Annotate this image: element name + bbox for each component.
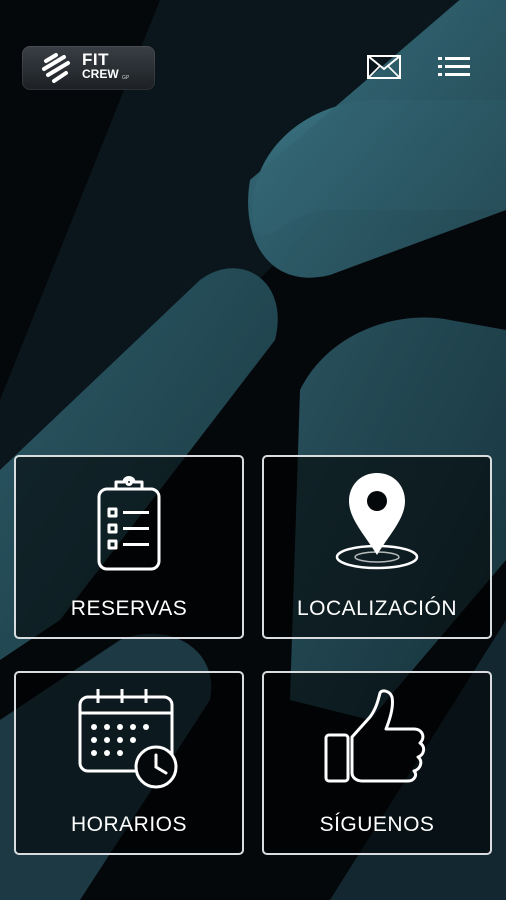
fit-crew-logo: FIT CREW GP	[22, 46, 155, 90]
tile-reservas[interactable]: RESERVAS	[14, 455, 244, 639]
menu-button[interactable]	[436, 54, 472, 80]
tile-label-reservas: RESERVAS	[70, 597, 188, 620]
thumbs-up-icon	[264, 685, 490, 805]
tile-label-localizacion: LOCALIZACIÓN	[296, 597, 458, 620]
clipboard-checklist-icon	[16, 469, 242, 589]
tile-siguenos[interactable]: SÍGUENOS	[262, 671, 492, 855]
logo-mark-icon	[42, 53, 70, 83]
list-menu-icon	[438, 57, 470, 76]
map-pin-icon	[264, 469, 490, 589]
logo-text-tertiary: GP	[122, 75, 130, 81]
tile-horarios[interactable]: HORARIOS	[14, 671, 244, 855]
tile-label-siguenos: SÍGUENOS	[319, 813, 435, 836]
envelope-icon	[367, 55, 401, 79]
mail-button[interactable]	[366, 54, 402, 80]
tile-label-horarios: HORARIOS	[70, 813, 187, 836]
calendar-clock-icon	[16, 685, 242, 805]
app-screen: FIT CREW GP RESERVAS LOCALIZACIÓN HORARI…	[0, 0, 506, 900]
logo-text-secondary: CREW	[82, 67, 119, 81]
tile-localizacion[interactable]: LOCALIZACIÓN	[262, 455, 492, 639]
